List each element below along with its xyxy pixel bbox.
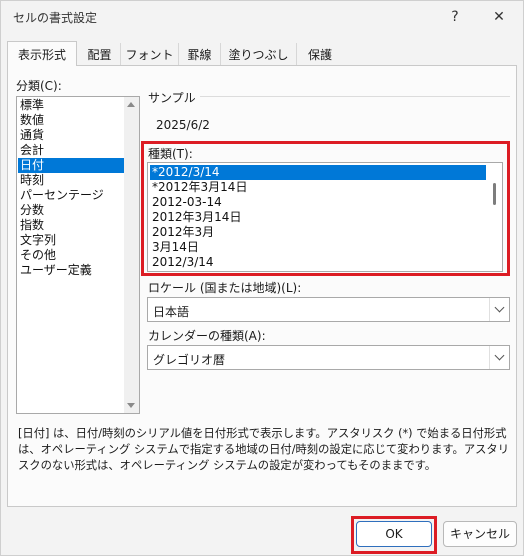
locale-select[interactable]: 日本語 (147, 297, 510, 322)
format-description: [日付] は、日付/時刻のシリアル値を日付形式で表示します。アスタリスク (*)… (18, 427, 510, 472)
category-scrollbar[interactable] (124, 97, 139, 413)
tab-border[interactable]: 罫線 (179, 43, 221, 65)
calendar-label: カレンダーの種類(A): (148, 329, 266, 343)
type-item[interactable]: *2012年3月14日 (150, 180, 486, 195)
dialog-title: セルの書式設定 (13, 11, 98, 25)
calendar-value: グレゴリオ暦 (153, 353, 226, 367)
category-item[interactable]: 文字列 (18, 233, 124, 248)
close-icon[interactable]: ✕ (477, 3, 521, 31)
calendar-dropdown-button[interactable] (489, 346, 509, 369)
help-icon[interactable]: ? (433, 3, 477, 31)
category-item[interactable]: その他 (18, 248, 124, 263)
ok-button[interactable]: OK (356, 521, 432, 547)
sample-label: サンプル (148, 89, 200, 106)
scroll-up-arrow-icon[interactable] (127, 102, 135, 107)
cancel-button[interactable]: キャンセル (443, 521, 517, 547)
category-item[interactable]: 分数 (18, 203, 124, 218)
tab-font[interactable]: フォント (121, 43, 179, 65)
tab-number[interactable]: 表示形式 (7, 41, 77, 66)
category-list[interactable]: 標準 数値 通貨 会計 日付 時刻 パーセンテージ 分数 指数 文字列 その他 … (16, 96, 140, 414)
category-item[interactable]: 標準 (18, 98, 124, 113)
type-list[interactable]: *2012/3/14 *2012年3月14日 2012-03-14 2012年3… (147, 162, 503, 272)
category-item[interactable]: ユーザー定義 (18, 263, 124, 278)
calendar-select[interactable]: グレゴリオ暦 (147, 345, 510, 370)
category-item[interactable]: 数値 (18, 113, 124, 128)
locale-value: 日本語 (153, 305, 190, 319)
category-item[interactable]: 通貨 (18, 128, 124, 143)
category-item[interactable]: 指数 (18, 218, 124, 233)
type-item[interactable]: 2012-03-14 (150, 195, 486, 210)
category-item[interactable]: 会計 (18, 143, 124, 158)
title-bar: セルの書式設定 ? ✕ (1, 1, 523, 33)
type-item[interactable]: 2012年3月 (150, 225, 486, 240)
tab-protection[interactable]: 保護 (297, 43, 343, 65)
type-item[interactable]: 2012年3月14日 (150, 210, 486, 225)
type-item-selected[interactable]: *2012/3/14 (150, 165, 486, 180)
format-cells-dialog: セルの書式設定 ? ✕ 表示形式 配置 フォント 罫線 塗りつぶし 保護 分類(… (0, 0, 524, 556)
tab-alignment[interactable]: 配置 (79, 43, 121, 65)
sample-value: 2025/6/2 (156, 118, 210, 132)
locale-label: ロケール (国または地域)(L): (148, 281, 302, 295)
type-item[interactable]: 2012/3/14 (150, 255, 486, 270)
tab-fill[interactable]: 塗りつぶし (221, 43, 297, 65)
chevron-down-icon (494, 350, 505, 361)
category-item[interactable]: 時刻 (18, 173, 124, 188)
type-scrollbar[interactable] (486, 163, 502, 271)
type-label: 種類(T): (148, 147, 193, 161)
number-format-panel: 分類(C): 標準 数値 通貨 会計 日付 時刻 パーセンテージ 分数 指数 文… (7, 65, 517, 507)
locale-dropdown-button[interactable] (489, 298, 509, 321)
chevron-down-icon (494, 302, 505, 313)
scroll-thumb[interactable] (493, 183, 496, 205)
category-item-selected[interactable]: 日付 (18, 158, 124, 173)
scroll-down-arrow-icon[interactable] (127, 403, 135, 408)
type-item[interactable]: 3月14日 (150, 240, 486, 255)
category-item[interactable]: パーセンテージ (18, 188, 124, 203)
category-label: 分類(C): (16, 79, 62, 93)
